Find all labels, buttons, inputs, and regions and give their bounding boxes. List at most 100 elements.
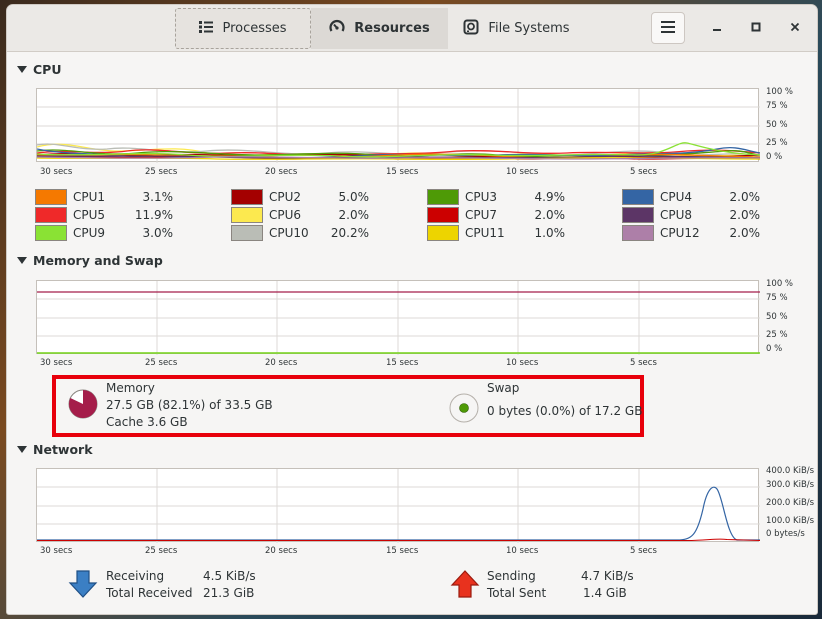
- cpu-legend-item: CPU7 2.0%: [427, 206, 565, 224]
- hamburger-icon: [660, 20, 676, 37]
- maximize-icon: [751, 21, 761, 36]
- receiving-label: Receiving: [106, 569, 165, 583]
- x-tick-label: 15 secs: [386, 546, 419, 556]
- memory-cache: Cache 3.6 GB: [106, 415, 188, 429]
- y-tick-label: 100 %: [766, 279, 794, 289]
- upload-arrow-icon[interactable]: [450, 569, 480, 602]
- y-tick-label: 0 %: [766, 152, 783, 162]
- x-tick-label: 30 secs: [40, 546, 73, 556]
- total-sent-label: Total Sent: [487, 586, 547, 600]
- cpu-legend-item: CPU12 2.0%: [622, 224, 760, 242]
- color-swatch[interactable]: [427, 225, 459, 241]
- disk-icon: [463, 19, 479, 39]
- color-swatch[interactable]: [231, 207, 263, 223]
- gauge-icon: [329, 19, 345, 39]
- tab-file-systems[interactable]: File Systems: [448, 8, 585, 49]
- color-swatch[interactable]: [622, 189, 654, 205]
- tab-processes[interactable]: Processes: [175, 8, 311, 49]
- maximize-button[interactable]: [745, 17, 767, 39]
- cpu-name: CPU8: [660, 208, 693, 222]
- cpu-value: 5.0%: [338, 190, 370, 204]
- cpu-value: 3.0%: [142, 226, 174, 240]
- memory-usage: 27.5 GB (82.1%) of 33.5 GB: [106, 398, 273, 412]
- cpu-name: CPU9: [73, 226, 106, 240]
- cpu-name: CPU7: [465, 208, 498, 222]
- memory-pie-icon[interactable]: [67, 388, 99, 423]
- x-tick-label: 10 secs: [506, 546, 539, 556]
- cpu-value: 3.1%: [142, 190, 174, 204]
- section-title: Network: [33, 442, 93, 457]
- cpu-name: CPU10: [269, 226, 309, 240]
- cpu-legend-item: CPU5 11.9%: [35, 206, 173, 224]
- cpu-value: 2.0%: [338, 208, 370, 222]
- cpu-name: CPU6: [269, 208, 302, 222]
- cpu-legend-item: CPU3 4.9%: [427, 188, 565, 206]
- cpu-value: 2.0%: [729, 208, 761, 222]
- cpu-legend-item: CPU10 20.2%: [231, 224, 369, 242]
- memory-graph: [36, 280, 760, 355]
- x-tick-label: 5 secs: [630, 358, 657, 368]
- tab-label: Processes: [222, 21, 287, 36]
- cpu-name: CPU5: [73, 208, 106, 222]
- x-tick-label: 10 secs: [506, 358, 539, 368]
- color-swatch[interactable]: [622, 225, 654, 241]
- cpu-name: CPU11: [465, 226, 505, 240]
- sending-value: 4.7 KiB/s: [581, 569, 634, 583]
- sending-stats: Sending 4.7 KiB/s Total Sent 1.4 GiB: [487, 568, 634, 602]
- color-swatch[interactable]: [35, 225, 67, 241]
- y-tick-label: 400.0 KiB/s: [766, 466, 815, 476]
- y-tick-label: 0 bytes/s: [766, 529, 805, 539]
- minimize-icon: [712, 21, 722, 36]
- close-button[interactable]: [784, 17, 806, 39]
- cpu-value: 11.9%: [134, 208, 173, 222]
- memory-section-header[interactable]: Memory and Swap: [17, 253, 163, 268]
- cpu-name: CPU12: [660, 226, 700, 240]
- y-tick-label: 100.0 KiB/s: [766, 516, 815, 526]
- section-title: CPU: [33, 62, 62, 77]
- color-swatch[interactable]: [231, 189, 263, 205]
- color-swatch[interactable]: [35, 207, 67, 223]
- cpu-value: 2.0%: [729, 226, 761, 240]
- x-tick-label: 25 secs: [145, 167, 178, 177]
- cpu-graph-canvas: [37, 89, 760, 163]
- swap-pie-icon[interactable]: [448, 392, 480, 427]
- y-tick-label: 300.0 KiB/s: [766, 480, 815, 490]
- x-tick-label: 25 secs: [145, 546, 178, 556]
- color-swatch[interactable]: [427, 207, 459, 223]
- tab-label: Resources: [354, 21, 430, 36]
- color-swatch[interactable]: [622, 207, 654, 223]
- sending-label: Sending: [487, 569, 536, 583]
- download-arrow-icon[interactable]: [68, 569, 98, 602]
- expander-arrow-icon: [17, 257, 27, 264]
- cpu-legend-item: CPU6 2.0%: [231, 206, 369, 224]
- section-title: Memory and Swap: [33, 253, 163, 268]
- cpu-name: CPU1: [73, 190, 106, 204]
- minimize-button[interactable]: [706, 17, 728, 39]
- total-received-label: Total Received: [106, 586, 193, 600]
- memory-info: Memory 27.5 GB (82.1%) of 33.5 GB Cache …: [106, 380, 273, 431]
- cpu-legend-item: CPU2 5.0%: [231, 188, 369, 206]
- view-switcher: Processes Resources File Systems: [175, 8, 585, 49]
- cpu-name: CPU3: [465, 190, 498, 204]
- main-menu-button[interactable]: [651, 12, 685, 44]
- tab-label: File Systems: [488, 21, 570, 36]
- system-monitor-window: Processes Resources File Systems CPU 100…: [6, 4, 818, 615]
- header-bar: Processes Resources File Systems: [7, 5, 817, 52]
- tab-resources[interactable]: Resources: [311, 8, 448, 49]
- y-tick-label: 25 %: [766, 330, 788, 340]
- cpu-section-header[interactable]: CPU: [17, 62, 62, 77]
- color-swatch[interactable]: [35, 189, 67, 205]
- y-tick-label: 25 %: [766, 138, 788, 148]
- color-swatch[interactable]: [427, 189, 459, 205]
- x-tick-label: 15 secs: [386, 167, 419, 177]
- cpu-value: 20.2%: [330, 226, 369, 240]
- cpu-legend-item: CPU8 2.0%: [622, 206, 760, 224]
- cpu-value: 2.0%: [534, 208, 566, 222]
- x-tick-label: 25 secs: [145, 358, 178, 368]
- network-section-header[interactable]: Network: [17, 442, 93, 457]
- y-tick-label: 75 %: [766, 101, 788, 111]
- x-tick-label: 20 secs: [265, 546, 298, 556]
- color-swatch[interactable]: [231, 225, 263, 241]
- x-tick-label: 5 secs: [630, 546, 657, 556]
- cpu-legend-item: CPU11 1.0%: [427, 224, 565, 242]
